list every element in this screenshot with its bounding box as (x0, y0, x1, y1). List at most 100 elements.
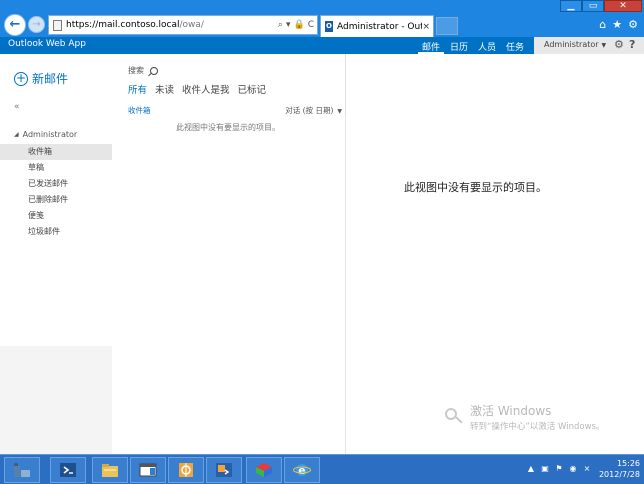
window-icon (139, 463, 157, 477)
exchange-shell-button[interactable] (206, 457, 242, 483)
list-header: 收件箱 对话 (按 日期) ▼ (128, 105, 342, 116)
key-icon (442, 406, 464, 428)
tab-outlook[interactable]: O Administrator - Outlook ... × (320, 15, 434, 37)
nav-mail[interactable]: 邮件 (418, 37, 445, 54)
folder-deleted[interactable]: 已删除邮件 (0, 192, 112, 208)
plus-circle-icon: + (14, 70, 28, 86)
app-title: Outlook Web App (8, 39, 86, 49)
user-name: Administrator (544, 40, 599, 49)
refresh-icon[interactable]: C (308, 20, 314, 30)
back-arrow-icon[interactable]: ← (4, 14, 26, 36)
close-window-button[interactable]: ✕ (604, 0, 642, 12)
dropdown-icon[interactable]: ▾ (286, 20, 291, 30)
lock-icon[interactable]: 🔒 (293, 20, 304, 30)
outlook-icon: O (325, 21, 334, 32)
expand-icon[interactable]: ◢ (14, 131, 19, 138)
list-empty-message: 此视图中没有要显示的项目。 (176, 123, 280, 132)
exchange-shell-icon (216, 463, 232, 477)
tool-icon (179, 463, 193, 477)
gear-icon[interactable]: ⚙ (614, 38, 624, 51)
action-center-icon[interactable]: ⚑ (554, 464, 564, 474)
filter-to-me[interactable]: 收件人是我 (182, 82, 230, 96)
nav-tasks[interactable]: 任务 (502, 37, 528, 54)
sort-dropdown[interactable]: 对话 (按 日期) ▼ (285, 105, 342, 116)
user-menu[interactable]: Administrator ▼ (544, 40, 606, 49)
chevron-down-icon: ▼ (601, 42, 607, 49)
show-hidden-icon[interactable]: ▲ (526, 464, 536, 474)
search-label: 搜索 (128, 66, 144, 75)
activation-watermark: 激活 Windows 转到“操作中心”以激活 Windows。 (442, 402, 604, 432)
user-area: Administrator ▼ ⚙ ? (534, 37, 644, 54)
maximize-button[interactable]: ▭ (582, 0, 604, 12)
home-icon[interactable]: ⌂ (599, 18, 606, 31)
clock-time: 15:26 (616, 459, 640, 468)
minimize-button[interactable]: ▁ (560, 0, 582, 12)
system-tray: ▲ ▣ ⚑ ◉ × (526, 464, 592, 474)
browser-toolbar: ⌂ ★ ⚙ (599, 18, 638, 31)
clock-date: 2012/7/28 (598, 470, 640, 479)
filter-unread[interactable]: 未读 (155, 82, 174, 96)
settings-icon[interactable]: ⚙ (628, 18, 638, 31)
clock[interactable]: 15:26 2012/7/28 (588, 458, 640, 480)
mailbox-root[interactable]: ◢ Administrator (14, 130, 77, 139)
folder-drafts[interactable]: 草稿 (0, 160, 112, 176)
folder-notes[interactable]: 便笺 (0, 208, 112, 224)
nav-people[interactable]: 人员 (474, 37, 500, 54)
search-box[interactable]: 搜索 (128, 65, 158, 76)
reading-pane: 此视图中没有要显示的项目。 激活 Windows 转到“操作中心”以激活 Win… (346, 54, 644, 454)
nav-calendar[interactable]: 日历 (446, 37, 472, 54)
search-icon[interactable]: ⌕ (278, 20, 283, 30)
folder-junk[interactable]: 垃圾邮件 (0, 224, 112, 240)
cube-icon (256, 463, 272, 477)
internet-explorer-button[interactable]: e (284, 457, 320, 483)
new-tab-button[interactable] (436, 17, 458, 35)
url-host: contoso.local (120, 20, 180, 30)
mailbox-name: Administrator (22, 130, 78, 139)
window-app-button[interactable] (130, 457, 166, 483)
url-prefix: https://mail. (66, 20, 121, 30)
owa-header: Outlook Web App 邮件 日历 人员 任务 Administrato… (0, 37, 644, 54)
volume-icon[interactable]: ◉ (568, 464, 578, 474)
search-icon[interactable] (150, 66, 158, 75)
new-mail-button[interactable]: + 新邮件 (14, 70, 68, 87)
help-icon[interactable]: ? (629, 38, 635, 51)
watermark-title: 激活 Windows (470, 404, 552, 418)
network-icon[interactable]: ▣ (540, 464, 550, 474)
sort-label: 对话 (按 日期) (285, 106, 334, 115)
chevron-down-icon: ▼ (337, 108, 342, 115)
config-tool-button[interactable] (168, 457, 204, 483)
new-mail-label: 新邮件 (32, 72, 69, 86)
window-controls: ▁ ▭ ✕ (560, 0, 642, 12)
folder-icon (102, 464, 118, 477)
favorites-icon[interactable]: ★ (612, 18, 622, 31)
folder-inbox[interactable]: 收件箱 (0, 144, 112, 160)
filter-bar: 所有 未读 收件人是我 已标记 (128, 82, 266, 96)
folder-pane: + 新邮件 « ◢ Administrator 收件箱 草稿 已发送邮件 已删除… (0, 54, 112, 454)
server-manager-button[interactable] (4, 457, 40, 483)
tab-close-icon[interactable]: × (422, 22, 433, 32)
watermark-subtitle: 转到“操作中心”以激活 Windows。 (470, 422, 605, 432)
server-manager-icon (14, 463, 30, 477)
powershell-button[interactable] (50, 457, 86, 483)
current-folder-title: 收件箱 (128, 106, 151, 115)
powershell-icon (60, 463, 76, 477)
folder-sent[interactable]: 已发送邮件 (0, 176, 112, 192)
svg-text:e: e (298, 464, 305, 477)
reading-empty-message: 此视图中没有要显示的项目。 (404, 181, 547, 194)
folder-list: 收件箱 草稿 已发送邮件 已删除邮件 便笺 垃圾邮件 (0, 144, 112, 240)
forward-arrow-icon[interactable]: → (28, 16, 45, 33)
filter-flagged[interactable]: 已标记 (238, 82, 267, 96)
main-nav: 邮件 日历 人员 任务 (418, 37, 530, 54)
url-path: /owa/ (179, 20, 204, 30)
address-bar[interactable]: https://mail.contoso.local/owa/ ⌕ ▾ 🔒 C (48, 15, 318, 35)
message-list-pane: 搜索 所有 未读 收件人是我 已标记 收件箱 对话 (按 日期) ▼ 此视图中没有… (112, 54, 346, 454)
collapse-pane-icon[interactable]: « (14, 102, 20, 112)
filter-all[interactable]: 所有 (128, 82, 147, 96)
taskbar: e ▲ ▣ ⚑ ◉ × 15:26 2012/7/28 (0, 454, 644, 484)
colorful-app-button[interactable] (246, 457, 282, 483)
internet-explorer-icon: e (293, 464, 311, 477)
address-tools: ⌕ ▾ 🔒 C (278, 20, 317, 30)
address-url[interactable]: https://mail.contoso.local/owa/ (66, 20, 204, 30)
folder-pane-footer (0, 346, 112, 454)
file-explorer-button[interactable] (92, 457, 128, 483)
